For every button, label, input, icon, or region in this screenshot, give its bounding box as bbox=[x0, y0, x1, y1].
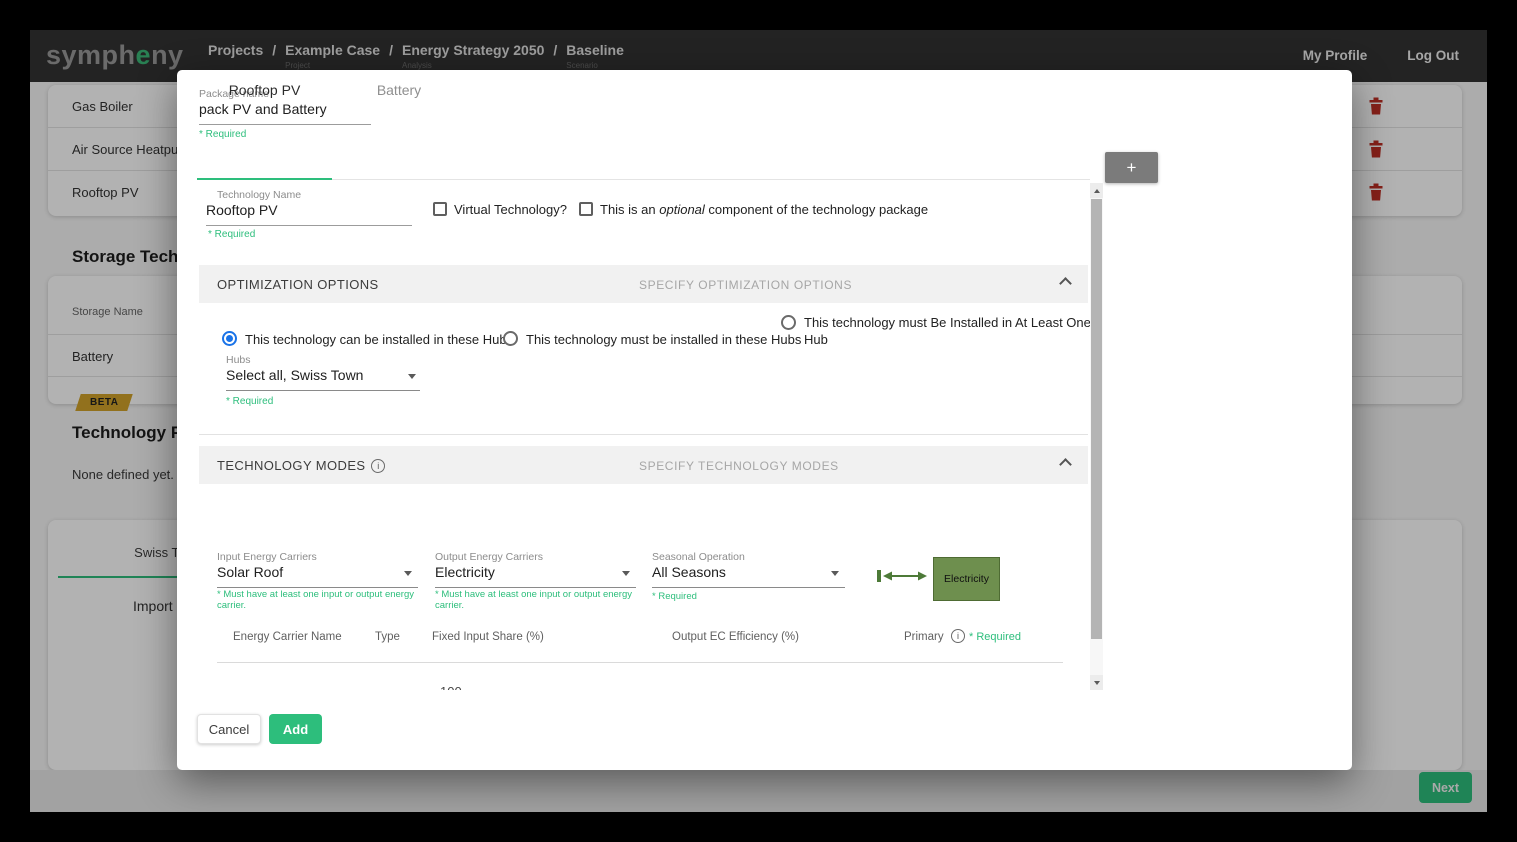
input-carriers-label: Input Energy Carriers bbox=[217, 551, 317, 563]
dropdown-arrow-icon bbox=[622, 571, 630, 576]
required-note: * Required bbox=[652, 591, 697, 602]
table-header-divider bbox=[217, 662, 1063, 663]
required-note: * Required bbox=[208, 229, 255, 240]
dropdown-arrow-icon bbox=[408, 374, 416, 379]
optimization-options-subtitle: SPECIFY OPTIMIZATION OPTIONS bbox=[639, 278, 852, 292]
required-note: * Required bbox=[199, 129, 246, 140]
seasonal-operation-value: All Seasons bbox=[652, 564, 726, 580]
radio-label: This technology must be installed in the… bbox=[526, 331, 801, 348]
cancel-button[interactable]: Cancel bbox=[197, 714, 261, 744]
optional-component-checkbox[interactable]: This is an optional component of the tec… bbox=[579, 202, 928, 217]
radio-label: This technology can be installed in thes… bbox=[245, 331, 513, 348]
carrier-required-note: * Must have at least one input or output… bbox=[217, 589, 419, 611]
column-header-output-ec-efficiency: Output EC Efficiency (%) bbox=[672, 631, 799, 643]
checkbox-icon[interactable] bbox=[433, 202, 447, 216]
technology-package-dialog: Package name pack PV and Battery * Requi… bbox=[177, 70, 1352, 770]
radio-at-least-one-hub[interactable]: This technology must Be Installed in At … bbox=[781, 314, 1107, 348]
active-tab-underline bbox=[197, 178, 332, 180]
technology-name-input[interactable]: Rooftop PV bbox=[206, 202, 412, 226]
checkbox-icon[interactable] bbox=[579, 202, 593, 216]
scroll-up-button[interactable] bbox=[1090, 183, 1103, 198]
electricity-node: Electricity bbox=[933, 557, 1000, 601]
virtual-technology-checkbox[interactable]: Virtual Technology? bbox=[433, 202, 567, 217]
radio-must-be-installed[interactable]: This technology must be installed in the… bbox=[503, 331, 801, 348]
hubs-select[interactable]: Select all, Swiss Town bbox=[226, 367, 420, 391]
tab-rooftop-pv[interactable]: Rooftop PV bbox=[197, 70, 332, 110]
scrollbar-thumb[interactable] bbox=[1091, 199, 1102, 639]
section-divider bbox=[199, 434, 1088, 435]
radio-selected-icon[interactable] bbox=[222, 331, 237, 346]
tab-battery[interactable]: Battery bbox=[332, 70, 466, 110]
info-icon[interactable]: i bbox=[371, 459, 385, 473]
technology-modes-title: TECHNOLOGY MODESi bbox=[217, 458, 385, 473]
clipped-cell: 100 bbox=[440, 683, 480, 690]
output-carriers-value: Electricity bbox=[435, 564, 495, 580]
input-carriers-select[interactable]: Solar Roof bbox=[217, 564, 418, 588]
carrier-required-note: * Must have at least one input or output… bbox=[435, 589, 637, 611]
column-header-fixed-input-share: Fixed Input Share (%) bbox=[432, 631, 544, 643]
checkbox-label: This is an optional component of the tec… bbox=[600, 202, 928, 217]
dropdown-arrow-icon bbox=[831, 571, 839, 576]
column-header-type: Type bbox=[375, 631, 400, 643]
hubs-select-value: Select all, Swiss Town bbox=[226, 367, 363, 383]
scroll-down-button[interactable] bbox=[1090, 675, 1103, 690]
output-carriers-select[interactable]: Electricity bbox=[435, 564, 636, 588]
add-tab-button[interactable]: + bbox=[1105, 152, 1158, 183]
technology-modes-subtitle: SPECIFY TECHNOLOGY MODES bbox=[639, 459, 839, 473]
scroll-up-icon bbox=[1094, 189, 1100, 193]
add-button[interactable]: Add bbox=[269, 714, 322, 744]
app-page: sympheny Projects / Example Case Project… bbox=[30, 30, 1487, 812]
seasonal-operation-select[interactable]: All Seasons bbox=[652, 564, 845, 588]
output-carriers-label: Output Energy Carriers bbox=[435, 551, 543, 563]
technology-name-label: Technology Name bbox=[217, 189, 301, 201]
radio-icon[interactable] bbox=[781, 315, 796, 330]
technology-name-value: Rooftop PV bbox=[206, 202, 278, 218]
scroll-down-icon bbox=[1094, 681, 1100, 685]
scrollbar[interactable] bbox=[1090, 183, 1103, 690]
flow-arrow-icon bbox=[877, 568, 933, 584]
info-icon[interactable]: i bbox=[951, 629, 965, 643]
radio-can-be-installed[interactable]: This technology can be installed in thes… bbox=[222, 331, 513, 348]
radio-label: This technology must Be Installed in At … bbox=[804, 314, 1107, 348]
column-header-energy-carrier: Energy Carrier Name bbox=[233, 631, 342, 643]
column-header-primary: Primary bbox=[904, 631, 944, 643]
required-note: * Required bbox=[226, 396, 273, 407]
dropdown-arrow-icon bbox=[404, 571, 412, 576]
fixed-input-share-value: 100 bbox=[440, 684, 462, 690]
checkbox-label: Virtual Technology? bbox=[454, 202, 567, 217]
radio-icon[interactable] bbox=[503, 331, 518, 346]
required-note: * Required bbox=[969, 631, 1021, 643]
hubs-label: Hubs bbox=[226, 354, 251, 366]
input-carriers-value: Solar Roof bbox=[217, 564, 283, 580]
seasonal-operation-label: Seasonal Operation bbox=[652, 551, 745, 563]
optimization-options-title: OPTIMIZATION OPTIONS bbox=[217, 277, 379, 292]
